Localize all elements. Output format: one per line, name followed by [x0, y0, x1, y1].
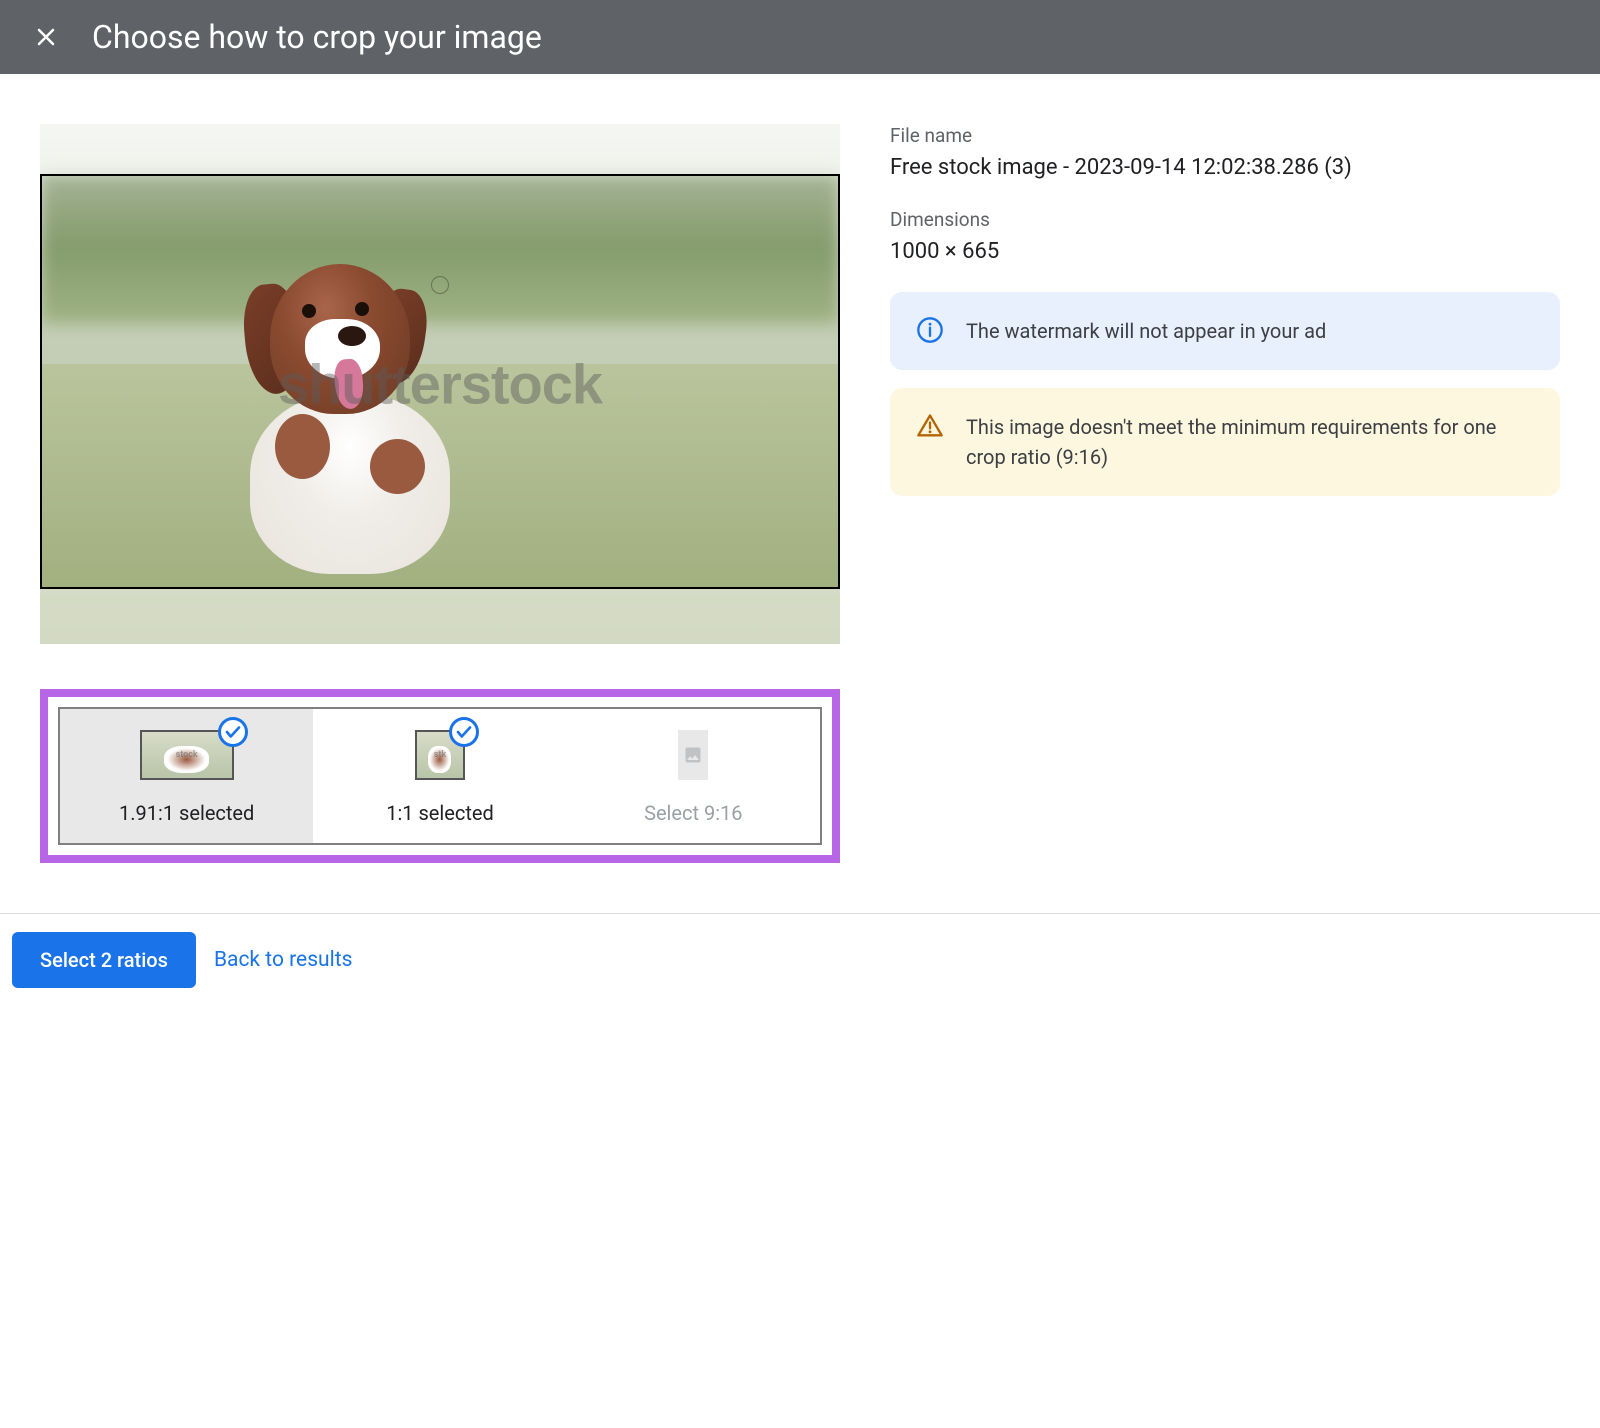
ratio-label: 1.91:1 selected	[119, 801, 254, 825]
dialog-header: Choose how to crop your image	[0, 0, 1600, 74]
requirement-warning-box: This image doesn't meet the minimum requ…	[890, 388, 1560, 496]
ratio-label: 1:1 selected	[386, 801, 494, 825]
ratio-option-191[interactable]: stock 1.91:1 selected	[60, 709, 313, 843]
dimensions-value: 1000 × 665	[890, 237, 1560, 268]
requirement-warning-text: This image doesn't meet the minimum requ…	[966, 412, 1534, 472]
dialog-footer: Select 2 ratios Back to results	[0, 913, 1600, 1006]
ratio-row: stock 1.91:1 selected	[58, 707, 822, 845]
ratio-option-11[interactable]: stk 1:1 selected	[313, 709, 566, 843]
crop-handle[interactable]	[431, 276, 449, 294]
main-content: shutterstock stock	[0, 74, 1600, 893]
ratio-option-916[interactable]: Select 9:16	[567, 709, 820, 843]
ratio-thumb-placeholder	[678, 730, 708, 780]
info-icon	[916, 316, 944, 344]
watermark-info-text: The watermark will not appear in your ad	[966, 316, 1326, 346]
right-panel: File name Free stock image - 2023-09-14 …	[890, 124, 1560, 863]
close-button[interactable]	[30, 21, 62, 53]
crop-frame[interactable]	[40, 174, 840, 589]
close-icon	[34, 25, 58, 49]
back-to-results-link[interactable]: Back to results	[214, 948, 353, 972]
file-name-value: Free stock image - 2023-09-14 12:02:38.2…	[890, 153, 1560, 184]
checkmark-icon	[449, 717, 479, 747]
dimensions-label: Dimensions	[890, 208, 1560, 231]
ratio-label: Select 9:16	[644, 801, 743, 825]
image-preview[interactable]: shutterstock	[40, 124, 840, 644]
checkmark-icon	[218, 717, 248, 747]
warning-icon	[916, 412, 944, 440]
watermark-info-box: The watermark will not appear in your ad	[890, 292, 1560, 370]
ratio-selector-highlight: stock 1.91:1 selected	[40, 689, 840, 863]
dialog-title: Choose how to crop your image	[92, 18, 542, 56]
select-ratios-button[interactable]: Select 2 ratios	[12, 932, 196, 988]
image-placeholder-icon	[683, 745, 703, 765]
left-panel: shutterstock stock	[40, 124, 840, 863]
file-name-label: File name	[890, 124, 1560, 147]
